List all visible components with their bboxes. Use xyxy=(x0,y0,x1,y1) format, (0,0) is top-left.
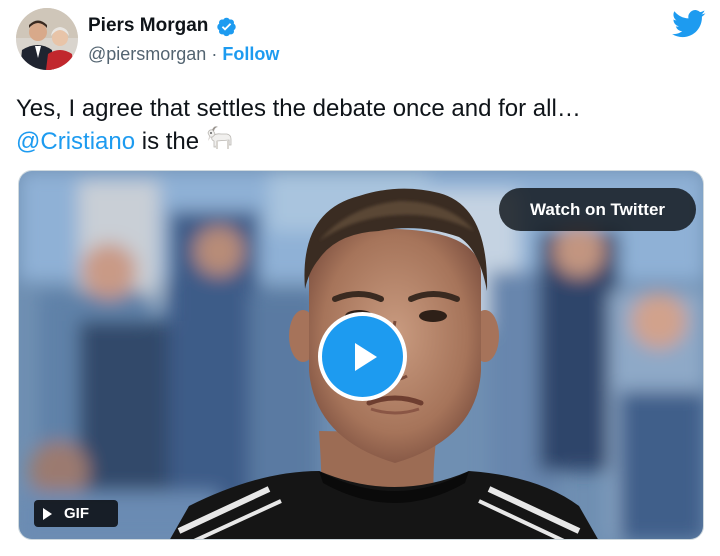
play-button[interactable] xyxy=(318,312,407,401)
author-handle[interactable]: @piersmorgan xyxy=(88,44,206,64)
author-name[interactable]: Piers Morgan xyxy=(88,15,208,37)
follow-button[interactable]: Follow xyxy=(222,44,279,64)
tweet-line-2-text: is the xyxy=(135,128,200,155)
mention-link[interactable]: @Cristiano xyxy=(16,128,135,155)
verified-badge-icon xyxy=(217,17,236,37)
handle-row: @piersmorgan · Follow xyxy=(88,44,279,65)
tweet-text: Yes, I agree that settles the debate onc… xyxy=(16,92,706,162)
twitter-bird-icon[interactable] xyxy=(672,9,706,39)
tweet-embed: Piers Morgan @piersmorgan · Follow Yes, … xyxy=(0,0,720,556)
watch-on-twitter-button[interactable]: Watch on Twitter xyxy=(499,188,696,231)
video-media[interactable]: Watch on Twitter GIF xyxy=(18,170,704,540)
gif-play-icon xyxy=(34,500,60,527)
tweet-line-2: @Cristiano is the xyxy=(16,125,706,162)
gif-label: GIF xyxy=(64,505,89,522)
goat-emoji xyxy=(203,125,235,162)
avatar[interactable] xyxy=(16,8,78,70)
handle-separator: · xyxy=(206,44,223,64)
play-icon xyxy=(354,342,377,371)
gif-badge[interactable]: GIF xyxy=(34,500,118,527)
tweet-line-1: Yes, I agree that settles the debate onc… xyxy=(16,95,581,122)
